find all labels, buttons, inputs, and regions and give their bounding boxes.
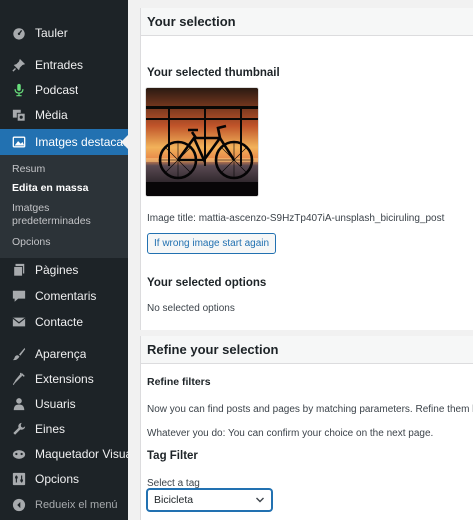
sidebar-item-label: Aparença <box>35 347 87 361</box>
refine-panel-title: Refine your selection <box>147 342 279 357</box>
sidebar-item-label: Usuaris <box>35 397 76 411</box>
submenu-item-opcions[interactable]: Opcions <box>12 236 51 249</box>
brush-icon <box>12 347 26 361</box>
sidebar-item-entrades[interactable]: Entrades <box>0 52 128 78</box>
refine-filters-heading: Refine filters <box>147 376 211 388</box>
sidebar-item-label: Maquetador Visual <box>35 447 128 461</box>
admin-sidebar: Tauler Entrades Podcast Mèdia Imatges de… <box>0 0 128 520</box>
collapse-menu-label: Redueix el menú <box>35 499 118 511</box>
submenu-item-edita-en-massa[interactable]: Edita en massa <box>12 182 88 195</box>
main-content: Your selection Your selected thumbnail I… <box>128 0 473 520</box>
image-title-value: mattia-ascenzo-S9HzTp407iA-unsplash_bici… <box>198 213 445 224</box>
comment-icon <box>12 289 26 303</box>
sidebar-item-label: Comentaris <box>35 289 97 303</box>
sidebar-item-label: Pàgines <box>35 263 79 277</box>
no-options-text: No selected options <box>147 303 235 314</box>
collapse-menu-button[interactable]: Redueix el menú <box>0 492 128 518</box>
submenu-item-resum[interactable]: Resum <box>12 163 45 176</box>
image-title-line: Image title: mattia-ascenzo-S9HzTp407iA-… <box>147 213 444 224</box>
submenu-item-imatges-predeterminades[interactable]: Imatges predeterminades <box>12 202 91 228</box>
selection-panel-header: Your selection <box>140 8 473 36</box>
tag-filter-heading: Tag Filter <box>147 450 198 462</box>
tag-select-value: Bicicleta <box>154 494 194 506</box>
sidebar-item-pagines[interactable]: Pàgines <box>0 257 128 283</box>
submenu-label-line2: predeterminades <box>12 215 91 227</box>
sidebar-item-label: Extensions <box>35 372 94 386</box>
media-icon <box>12 108 26 122</box>
current-menu-arrow <box>121 135 128 149</box>
sidebar-item-label: Entrades <box>35 58 84 72</box>
submenu-label-line1: Imatges <box>12 202 50 214</box>
wrench-icon <box>12 422 26 436</box>
top-gap <box>128 0 473 8</box>
sidebar-item-podcast[interactable]: Podcast <box>0 77 128 103</box>
sidebar-item-opcions[interactable]: Opcions <box>0 466 128 492</box>
builder-icon <box>12 447 26 461</box>
images-icon <box>12 135 26 149</box>
sidebar-item-label: Opcions <box>35 472 80 486</box>
sidebar-item-contacte[interactable]: Contacte <box>0 309 128 335</box>
settings-icon <box>12 472 26 486</box>
select-tag-label: Select a tag <box>147 478 200 489</box>
selection-panel-title: Your selection <box>147 14 236 29</box>
pin-icon <box>12 58 26 72</box>
sidebar-item-aparenca[interactable]: Aparença <box>0 341 128 367</box>
sidebar-item-media[interactable]: Mèdia <box>0 102 128 128</box>
tag-select[interactable]: Bicicleta <box>147 489 272 511</box>
sidebar-item-label: Podcast <box>35 83 79 97</box>
restart-button[interactable]: If wrong image start again <box>147 233 277 254</box>
sidebar-item-extensions[interactable]: Extensions <box>0 366 128 392</box>
pages-icon <box>12 263 26 277</box>
collapse-icon <box>12 498 26 512</box>
sidebar-item-label: Mèdia <box>35 108 68 122</box>
sidebar-item-maquetador-visual[interactable]: Maquetador Visual <box>0 441 128 467</box>
sidebar-item-tauler[interactable]: Tauler <box>0 20 128 46</box>
sidebar-top <box>0 0 128 10</box>
confirm-description: Whatever you do: You can confirm your ch… <box>147 428 434 439</box>
chevron-down-icon <box>255 495 265 505</box>
sidebar-item-label: Eines <box>35 422 66 436</box>
dashboard-icon <box>12 26 26 40</box>
sidebar-item-comentaris[interactable]: Comentaris <box>0 283 128 309</box>
users-icon <box>12 397 26 411</box>
sidebar-item-imatges-destacades[interactable]: Imatges destacades <box>0 129 128 155</box>
sidebar-item-label: Contacte <box>35 315 84 329</box>
thumbnail-heading: Your selected thumbnail <box>147 67 280 79</box>
mail-icon <box>12 315 26 329</box>
selected-thumbnail-image <box>146 88 258 196</box>
sidebar-item-label: Imatges destacades <box>35 135 128 149</box>
sidebar-item-eines[interactable]: Eines <box>0 416 128 442</box>
image-title-label: Image title: <box>147 213 196 224</box>
plugin-icon <box>12 372 26 386</box>
sidebar-item-label: Tauler <box>35 26 68 40</box>
refine-description: Now you can find posts and pages by matc… <box>147 404 473 415</box>
refine-panel-header: Refine your selection <box>140 336 473 364</box>
sidebar-item-usuaris[interactable]: Usuaris <box>0 391 128 417</box>
submenu-imatges-destacades: Resum Edita en massa Imatges predetermin… <box>0 155 128 258</box>
options-heading: Your selected options <box>147 277 267 289</box>
microphone-icon <box>12 83 26 97</box>
